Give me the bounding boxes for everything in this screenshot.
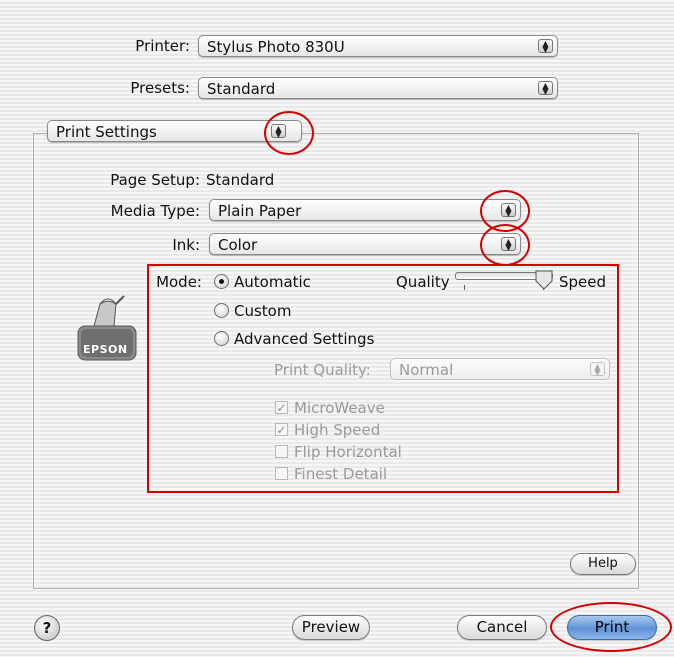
checkbox-microweave[interactable]: ✓: [275, 401, 288, 414]
updown-arrows-icon: ▲ ▼: [538, 81, 553, 96]
checkbox-flip-horizontal[interactable]: [275, 445, 288, 458]
checkbox-microweave-label: MicroWeave: [294, 399, 385, 417]
slider-left-label: Quality: [396, 273, 450, 291]
updown-arrows-icon: ▲ ▼: [590, 362, 605, 377]
checkbox-finest-detail[interactable]: [275, 467, 288, 480]
printer-value: Stylus Photo 830U: [207, 38, 345, 56]
page-setup-value: Standard: [206, 171, 275, 189]
checkbox-flip-horizontal-label: Flip Horizontal: [294, 443, 402, 461]
checkbox-finest-detail-label: Finest Detail: [294, 465, 388, 483]
epson-logo: EPSON: [70, 292, 146, 368]
ink-label: Ink:: [172, 236, 200, 254]
checkbox-high-speed[interactable]: ✓: [275, 423, 288, 436]
printer-popup[interactable]: Stylus Photo 830U ▲ ▼: [198, 35, 558, 57]
page-setup-label: Page Setup:: [110, 171, 200, 189]
cancel-button[interactable]: Cancel: [457, 615, 547, 640]
epson-logo-text: EPSON: [83, 343, 128, 356]
slider-right-label: Speed: [559, 273, 607, 291]
question-mark-icon[interactable]: ?: [34, 615, 60, 641]
highlight-circle: [264, 111, 314, 155]
print-quality-value: Normal: [399, 361, 454, 379]
presets-value: Standard: [207, 80, 276, 98]
preview-button[interactable]: Preview: [292, 615, 370, 640]
radio-automatic[interactable]: [214, 274, 229, 289]
print-quality-popup[interactable]: Normal ▲ ▼: [390, 358, 610, 380]
help-icon-glyph: ?: [42, 619, 52, 637]
slider-tick: [464, 285, 465, 290]
ink-value: Color: [218, 236, 258, 254]
radio-automatic-label: Automatic: [234, 273, 311, 291]
quality-speed-slider[interactable]: [455, 270, 559, 296]
radio-custom-label: Custom: [234, 302, 292, 320]
media-type-value: Plain Paper: [218, 202, 302, 220]
mode-label: Mode:: [156, 273, 202, 291]
panel-selector-value: Print Settings: [56, 123, 157, 141]
printer-label: Printer:: [135, 37, 190, 55]
presets-label: Presets:: [130, 79, 190, 97]
presets-popup[interactable]: Standard ▲ ▼: [198, 77, 558, 99]
checkbox-high-speed-label: High Speed: [294, 421, 381, 439]
radio-custom[interactable]: [214, 303, 229, 318]
media-type-popup[interactable]: Plain Paper ▲ ▼: [209, 199, 521, 221]
media-type-label: Media Type:: [110, 202, 200, 220]
highlight-circle: [480, 224, 530, 266]
help-button[interactable]: Help: [570, 553, 636, 575]
slider-thumb-icon[interactable]: [534, 270, 554, 292]
radio-advanced-settings[interactable]: [214, 331, 229, 346]
highlight-circle: [550, 602, 672, 652]
ink-popup[interactable]: Color ▲ ▼: [209, 233, 521, 255]
radio-advanced-settings-label: Advanced Settings: [234, 330, 375, 348]
updown-arrows-icon: ▲ ▼: [538, 39, 553, 54]
print-quality-label: Print Quality:: [274, 361, 371, 379]
